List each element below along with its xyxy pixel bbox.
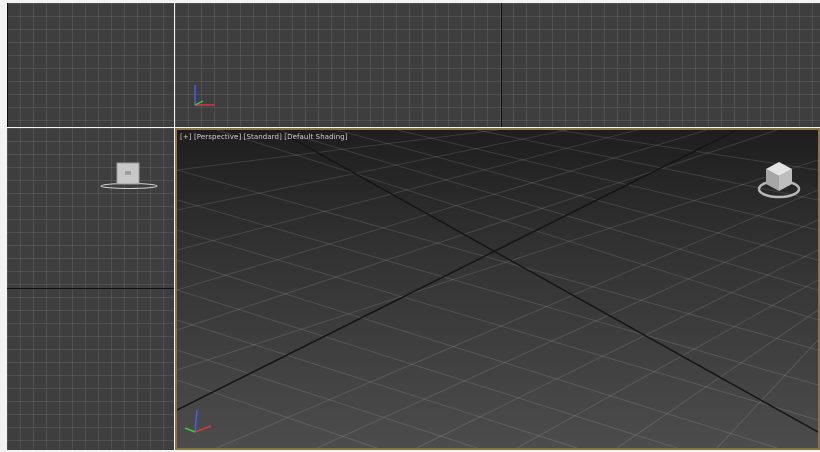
viewport-perspective[interactable]: [+] [Perspective] [Standard] [Default Sh…	[175, 128, 820, 450]
viewport-menu-plus[interactable]: [+]	[180, 133, 192, 141]
viewport-front[interactable]	[175, 3, 820, 127]
viewport-point-of-view-menu[interactable]: [Perspective]	[194, 133, 241, 141]
viewport-left[interactable]	[7, 128, 174, 450]
axis-tripod-icon	[194, 85, 215, 106]
viewport-top[interactable]	[7, 3, 174, 127]
box-object-icon	[100, 162, 158, 189]
grid-axis-line	[7, 3, 8, 127]
viewcube-icon[interactable]	[755, 158, 803, 204]
perspective-grid	[177, 130, 818, 448]
grid-axis-line	[501, 3, 502, 127]
viewport-standard-menu[interactable]: [Standard]	[244, 133, 282, 141]
grid-axis-line	[7, 288, 174, 289]
viewport-label: [+] [Perspective] [Standard] [Default Sh…	[180, 133, 348, 141]
axis-tripod-icon	[184, 409, 212, 433]
viewport-shading-menu[interactable]: [Default Shading]	[284, 133, 347, 141]
